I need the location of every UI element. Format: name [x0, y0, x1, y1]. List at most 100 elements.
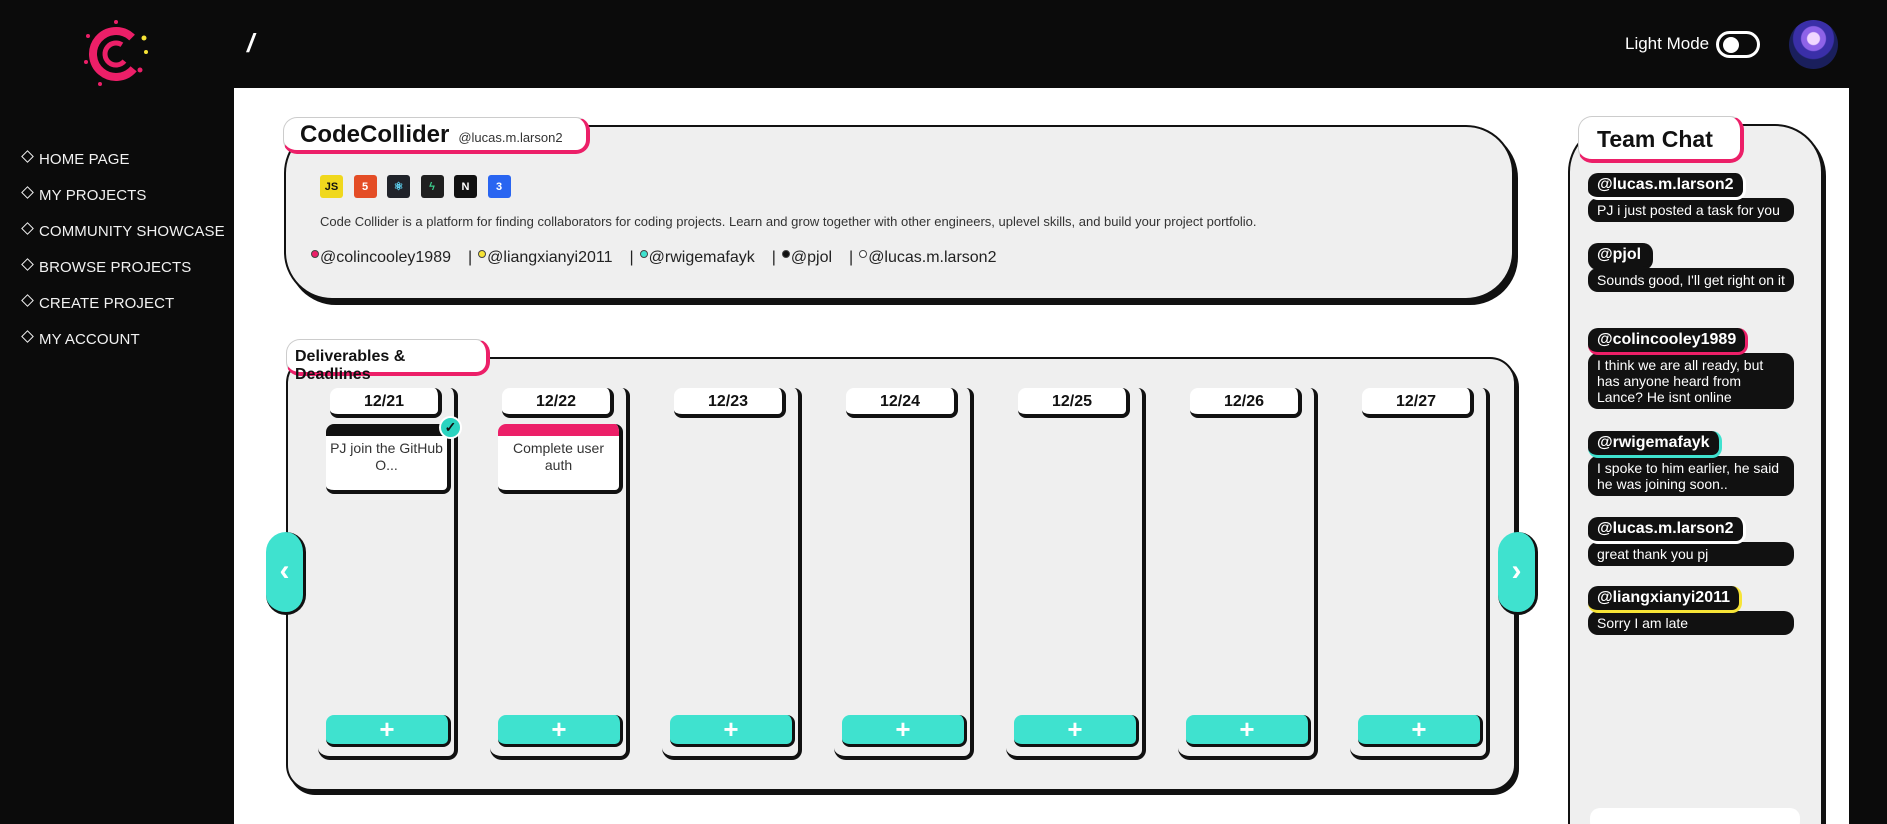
chat-message: @pjol Sounds good, I'll get right on it	[1588, 243, 1794, 292]
add-task-button[interactable]: +	[1358, 715, 1483, 747]
chat-message-user[interactable]: @lucas.m.larson2	[1588, 173, 1746, 200]
member-handle[interactable]: @colincooley1989	[311, 249, 451, 267]
task-color-bar	[498, 424, 619, 436]
member-handle-text: @lucas.m.larson2	[868, 249, 997, 266]
chat-message-text: I think we are all ready, but has anyone…	[1588, 353, 1794, 409]
toggle-knob	[1723, 37, 1739, 53]
nextjs-icon: N	[454, 175, 477, 198]
day-column: 12/22 Complete user auth +	[490, 388, 630, 760]
day-date-label: 12/22	[502, 388, 614, 418]
member-separator: |	[849, 249, 854, 266]
breadcrumb: /	[247, 28, 255, 58]
add-task-button[interactable]: +	[326, 715, 451, 747]
diamond-icon	[21, 293, 34, 307]
status-dot-icon	[639, 250, 648, 258]
chat-message-text: Sorry I am late	[1588, 611, 1794, 635]
chat-message-text: Sounds good, I'll get right on it	[1588, 268, 1794, 292]
member-separator: |	[629, 249, 634, 266]
member-handle-text: @pjol	[790, 249, 833, 266]
member-separator: |	[468, 249, 473, 266]
task-card[interactable]: PJ join the GitHub O...	[326, 424, 451, 494]
day-column: 12/27 +	[1350, 388, 1490, 760]
diamond-icon	[21, 221, 34, 235]
chat-input[interactable]	[1590, 808, 1800, 824]
chat-message-user[interactable]: @lucas.m.larson2	[1588, 517, 1746, 544]
css3-icon: 3	[487, 175, 511, 198]
add-task-button[interactable]: +	[670, 715, 795, 747]
task-color-bar	[326, 424, 447, 436]
member-handle[interactable]: @pjol	[781, 249, 833, 267]
diamond-icon	[21, 257, 34, 271]
chat-message-text: great thank you pj	[1588, 542, 1794, 566]
chat-message-text: PJ i just posted a task for you	[1588, 198, 1794, 222]
diamond-icon	[21, 329, 34, 343]
status-dot-icon	[311, 250, 319, 258]
javascript-icon: JS	[320, 175, 343, 198]
day-column: 12/24 +	[834, 388, 974, 760]
member-handle[interactable]: @rwigemafayk	[639, 249, 755, 267]
light-mode-toggle[interactable]	[1716, 31, 1760, 58]
sidebar-item-community-showcase[interactable]: COMMUNITY SHOWCASE	[21, 213, 225, 249]
status-dot-icon	[859, 250, 868, 258]
member-handle-text: @liangxianyi2011	[487, 249, 613, 266]
add-task-button[interactable]: +	[842, 715, 967, 747]
day-column: 12/23 +	[662, 388, 802, 760]
chat-message-text: I spoke to him earlier, he said he was j…	[1588, 456, 1794, 496]
sidebar-item-home[interactable]: HOME PAGE	[21, 141, 225, 177]
sidebar-nav: HOME PAGE MY PROJECTS COMMUNITY SHOWCASE…	[21, 141, 225, 357]
day-date-label: 12/25	[1018, 388, 1130, 418]
day-date-label: 12/24	[846, 388, 958, 418]
project-owner-handle[interactable]: @lucas.m.larson2	[458, 130, 562, 145]
chat-message: @lucas.m.larson2 great thank you pj	[1588, 517, 1794, 566]
react-icon: ⚛	[387, 175, 410, 198]
diamond-icon	[21, 185, 34, 199]
project-name: CodeCollider	[300, 121, 450, 148]
chat-message-user[interactable]: @colincooley1989	[1588, 328, 1749, 355]
task-title: PJ join the GitHub O...	[330, 440, 443, 473]
chat-message-user[interactable]: @rwigemafayk	[1588, 431, 1722, 458]
status-dot-icon	[478, 250, 487, 258]
prev-week-button[interactable]: ‹	[266, 532, 306, 615]
chat-message: @colincooley1989 I think we are all ready…	[1588, 328, 1794, 409]
day-column: 12/26 +	[1178, 388, 1318, 760]
task-card[interactable]: Complete user auth	[498, 424, 623, 494]
member-separator: |	[771, 249, 776, 266]
sidebar-item-browse-projects[interactable]: BROWSE PROJECTS	[21, 249, 225, 285]
app-window: HOME PAGE MY PROJECTS COMMUNITY SHOWCASE…	[0, 0, 1887, 824]
sidebar-item-my-projects[interactable]: MY PROJECTS	[21, 177, 225, 213]
sidebar-item-create-project[interactable]: CREATE PROJECT	[21, 285, 225, 321]
member-handle[interactable]: @liangxianyi2011	[478, 249, 613, 267]
codecollider-logo[interactable]	[80, 18, 152, 90]
chat-message: @liangxianyi2011 Sorry I am late	[1588, 586, 1794, 635]
deliverables-title: Deliverables & Deadlines	[286, 339, 490, 383]
chat-message-user[interactable]: @liangxianyi2011	[1588, 586, 1743, 613]
task-title: Complete user auth	[512, 440, 605, 473]
check-icon: ✓	[439, 416, 462, 439]
member-handle-text: @colincooley1989	[320, 249, 451, 266]
team-chat-title: Team Chat	[1578, 116, 1744, 163]
day-date-label: 12/27	[1362, 388, 1474, 418]
chat-message-user[interactable]: @pjol	[1588, 243, 1654, 270]
supabase-icon: ϟ	[420, 175, 444, 198]
html5-icon: 5	[353, 175, 377, 198]
add-task-button[interactable]: +	[498, 715, 623, 747]
chat-message: @rwigemafayk I spoke to him earlier, he s…	[1588, 431, 1794, 496]
light-mode-label: Light Mode	[1625, 34, 1710, 53]
next-week-button[interactable]: ›	[1498, 532, 1538, 615]
day-date-label: 12/23	[674, 388, 786, 418]
day-date-label: 12/26	[1190, 388, 1302, 418]
chat-message: @lucas.m.larson2 PJ i just posted a task …	[1588, 173, 1794, 222]
status-dot-icon	[781, 250, 790, 258]
member-list: @colincooley1989 | @liangxianyi2011 | @rwige…	[311, 249, 1013, 267]
project-title-tab: CodeCollider @lucas.m.larson2	[283, 117, 590, 154]
diamond-icon	[21, 149, 34, 163]
member-handle[interactable]: @lucas.m.larson2	[859, 249, 996, 267]
day-column: 12/21 PJ join the GitHub O... ✓ +	[318, 388, 462, 760]
add-task-button[interactable]: +	[1186, 715, 1311, 747]
member-handle-text: @rwigemafayk	[648, 249, 755, 266]
add-task-button[interactable]: +	[1014, 715, 1139, 747]
day-date-label: 12/21	[330, 388, 442, 418]
day-column: 12/25 +	[1006, 388, 1146, 760]
user-avatar[interactable]	[1789, 20, 1838, 69]
sidebar-item-my-account[interactable]: MY ACCOUNT	[21, 321, 225, 357]
